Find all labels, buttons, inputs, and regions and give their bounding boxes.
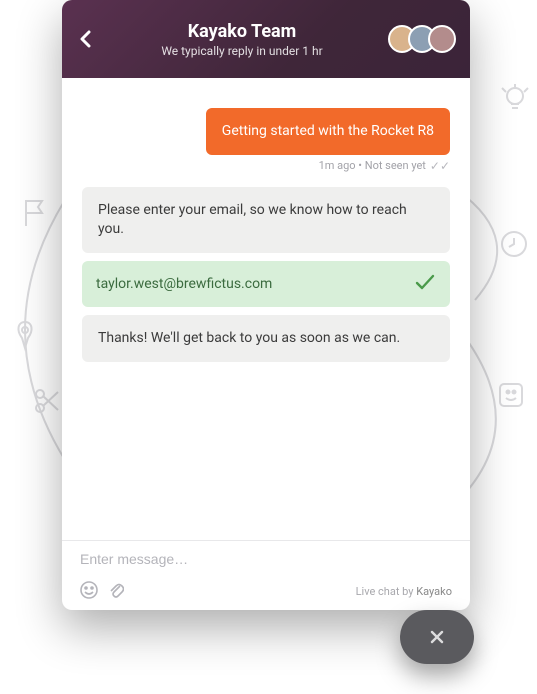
scissors-icon — [34, 388, 60, 414]
paperclip-icon — [108, 581, 124, 599]
email-confirmation: taylor.west@brewfictus.com — [82, 261, 450, 307]
chevron-left-icon — [79, 30, 93, 48]
powered-by: Live chat by Kayako — [356, 585, 452, 598]
team-name: Kayako Team — [96, 21, 388, 42]
chat-body: Getting started with the Rocket R8 1m ag… — [62, 78, 470, 540]
lightbulb-icon — [498, 82, 532, 116]
chat-footer: Live chat by Kayako — [62, 540, 470, 610]
pin-icon — [12, 320, 38, 352]
chat-widget: Kayako Team We typically reply in under … — [62, 0, 470, 610]
back-button[interactable] — [76, 29, 96, 49]
agent-avatars — [388, 25, 456, 53]
message-meta: 1m ago • Not seen yet ✓✓ — [82, 159, 450, 173]
attachment-button[interactable] — [108, 581, 124, 602]
user-message: Getting started with the Rocket R8 — [206, 108, 450, 155]
delivery-checks-icon: ✓✓ — [430, 159, 450, 173]
system-message: Thanks! We'll get back to you as soon as… — [82, 315, 450, 362]
email-value: taylor.west@brewfictus.com — [96, 276, 272, 292]
system-message: Please enter your email, so we know how … — [82, 187, 450, 253]
checkmark-icon — [414, 273, 436, 295]
avatar — [428, 25, 456, 53]
close-chat-button[interactable] — [400, 610, 474, 664]
brand-name: Kayako — [416, 585, 452, 598]
flag-icon — [18, 196, 50, 230]
message-input[interactable] — [80, 551, 452, 567]
message-timestamp: 1m ago • Not seen yet — [319, 159, 426, 172]
emoji-button[interactable] — [80, 581, 98, 602]
smiley-icon — [496, 380, 526, 410]
chat-header: Kayako Team We typically reply in under … — [62, 0, 470, 78]
reply-time-subtitle: We typically reply in under 1 hr — [96, 44, 388, 58]
clock-icon — [500, 230, 528, 258]
close-icon — [429, 629, 445, 645]
emoji-icon — [80, 581, 98, 599]
